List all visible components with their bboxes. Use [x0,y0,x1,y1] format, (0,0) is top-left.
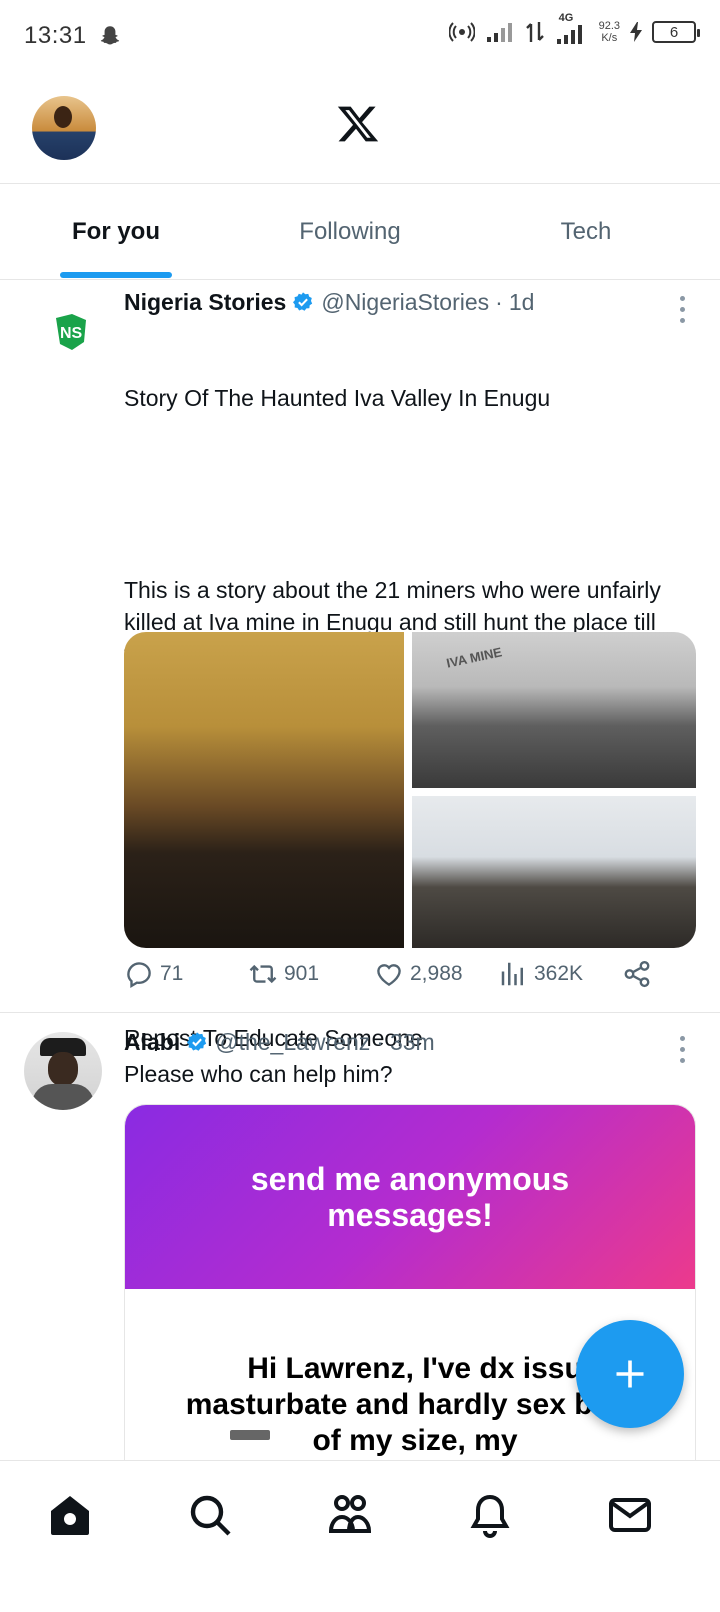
timeline-tabs: For you Following Tech [0,184,720,280]
like-button[interactable]: 2,988 [374,959,463,989]
card-header: send me anonymous messages! [125,1105,695,1289]
more-dot [679,296,685,301]
repost-icon [249,964,277,984]
active-tab-indicator [60,272,172,278]
status-time: 13:31 [24,22,87,49]
cell-signal-icon [556,25,582,44]
reply-button[interactable]: 71 [124,959,183,989]
network-speed-value: 92.3 [598,20,620,32]
svg-text:NS: NS [60,325,83,342]
author-handle[interactable]: @the_Lawrenz [215,1029,370,1056]
network-speed-unit: K/s [601,32,618,44]
hotspot-icon [448,22,475,42]
more-dot [679,1047,685,1052]
post-content: Alabi @the_Lawrenz · 33m Please who can … [124,1026,696,1090]
notifications-icon [470,1494,510,1538]
media-image-miners[interactable] [124,632,404,948]
post-header: Nigeria Stories @NigeriaStories · 1d [124,286,696,318]
card-title: send me anonymous messages! [250,1161,570,1233]
media-image-statue[interactable] [412,796,696,948]
author-name[interactable]: Nigeria Stories [124,289,286,316]
post-more-button[interactable] [678,1036,686,1066]
share-button[interactable] [622,959,652,989]
status-indicators: 4G 92.3 K/s 6 [448,12,700,44]
bottom-navigation [0,1460,720,1612]
author-name[interactable]: Alabi [124,1029,180,1056]
data-transfer-icon [525,22,544,42]
tab-following[interactable]: Following [232,184,468,280]
iva-mine-sign: IVA MINE [445,644,504,671]
share-icon [624,960,650,988]
tab-tech[interactable]: Tech [468,184,704,280]
post-text: Please who can help him? [124,1061,393,1087]
repost-count: 901 [284,962,320,985]
avatar-body [32,1084,94,1110]
nav-search[interactable] [186,1491,234,1539]
home-icon [51,1496,89,1535]
post-age[interactable]: 33m [390,1029,435,1056]
post-age[interactable]: 1d [509,289,535,316]
tab-tech-label: Tech [560,218,612,245]
x-logo-icon [337,106,379,142]
tab-for-you[interactable]: For you [0,184,232,280]
plus-icon [616,1360,644,1388]
charging-icon [630,22,642,42]
compose-post-button[interactable] [576,1320,684,1428]
like-count: 2,988 [410,962,463,985]
nav-notifications[interactable] [466,1491,514,1539]
reply-icon [127,962,151,988]
battery-level: 6 [669,23,679,41]
signal-icon [486,23,512,42]
communities-icon [328,1495,372,1533]
nav-messages[interactable] [606,1491,654,1539]
nav-communities[interactable] [326,1491,374,1539]
post-divider [0,1012,720,1013]
media-image-iva-mine[interactable]: IVA MINE [412,632,696,788]
verified-badge-icon [187,1032,207,1051]
separator-dot: · [376,1028,384,1055]
post-more-button[interactable] [678,296,686,326]
app-header [0,72,720,184]
verified-badge-icon [293,292,313,311]
author-avatar[interactable]: NS [36,296,108,368]
heart-icon [377,964,401,987]
repost-button[interactable]: 901 [248,959,319,989]
snapchat-icon [100,26,119,45]
more-dot [679,318,685,323]
tab-for-you-label: For you [72,218,160,245]
network-signal: 4G [555,12,589,44]
post-media-grid: IVA MINE [124,632,696,948]
scroll-indicator [230,1430,270,1440]
views-button[interactable]: 362K [498,959,583,989]
more-dot [679,1036,685,1041]
post-header: Alabi @the_Lawrenz · 33m [124,1026,696,1058]
post-actions: 71 901 2,988 362K [124,954,696,994]
profile-avatar-button[interactable] [32,96,96,160]
avatar-figure [54,106,72,128]
more-dot [679,1058,685,1063]
messages-icon [609,1498,651,1532]
network-speed: 92.3 K/s [599,20,620,44]
tab-following-label: Following [299,218,401,245]
post-nigeria-stories[interactable]: NS Nigeria Stories @NigeriaStories · 1d … [0,282,720,1051]
status-bar: 13:31 4G 92.3 K/s 6 [0,0,720,72]
avatar-face [48,1052,78,1086]
nigeria-stories-logo-icon: NS [56,314,86,350]
more-dot [679,307,685,312]
author-handle[interactable]: @NigeriaStories [321,289,489,316]
view-count: 362K [534,962,584,985]
post-text-line: Story Of The Haunted Iva Valley In Enugu [124,385,551,411]
author-avatar[interactable] [24,1032,102,1110]
search-icon [190,1495,231,1536]
views-chart-icon [501,962,523,986]
separator-dot: · [495,288,503,315]
battery-indicator: 6 [652,21,700,43]
reply-count: 71 [160,962,184,985]
nav-home[interactable] [46,1491,94,1539]
